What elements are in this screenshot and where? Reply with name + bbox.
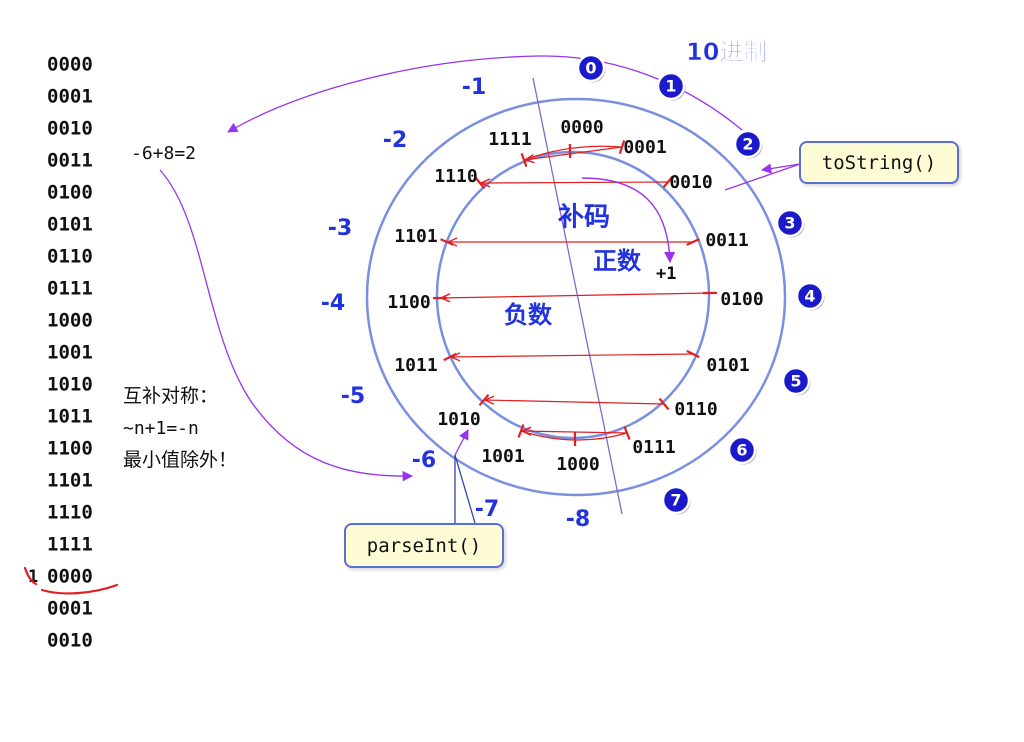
- ring-code-1001: 1001: [481, 446, 524, 467]
- binary-list-item: 0001: [47, 598, 93, 620]
- decimal-badge-label: 7: [670, 491, 681, 510]
- decimal-badge-label: 5: [790, 372, 801, 391]
- negative-decimal--1: -1: [462, 75, 486, 100]
- decimal-badge-4: 4: [797, 283, 825, 311]
- equation-text: -6+8=2: [131, 143, 196, 164]
- decimal-badge-label: 3: [784, 214, 795, 233]
- binary-list-item: 0000: [47, 54, 93, 76]
- negative-decimal--6: -6: [412, 448, 436, 473]
- diagram-canvas: 0000000100100011010001010110011110001001…: [0, 0, 1024, 738]
- negative-decimal--2: -2: [383, 128, 407, 153]
- negative-decimal--8: -8: [566, 507, 590, 532]
- complement-diagram: 0000000100100011010001010110011110001001…: [0, 0, 1024, 738]
- binary-list-item: 1000: [47, 310, 93, 332]
- negative-decimal--7: -7: [475, 497, 499, 522]
- decimal-badge-7: 7: [663, 487, 691, 515]
- decimal-badge-3: 3: [777, 210, 805, 238]
- ring-code-1111: 1111: [488, 129, 531, 150]
- negative-decimal--3: -3: [328, 216, 352, 241]
- decimal-badge-1: 1: [658, 73, 686, 101]
- parseint-label: parseInt(): [367, 535, 481, 557]
- binary-list-item: 1101: [47, 470, 93, 492]
- binary-list-item: 0010: [47, 630, 93, 652]
- binary-list-item: 1011: [47, 406, 93, 428]
- ring-code-0110: 0110: [674, 399, 717, 420]
- ring-code-0111: 0111: [632, 437, 675, 458]
- ring-code-0010: 0010: [669, 172, 712, 193]
- complement-chord: [440, 293, 710, 298]
- complement-chord: [524, 147, 622, 160]
- binary-list-item: 0100: [47, 182, 93, 204]
- parseint-callout: parseInt(): [344, 523, 504, 568]
- negative-decimal--5: -5: [341, 384, 365, 409]
- binary-list-item: 0010: [47, 118, 93, 140]
- complement-chord: [480, 182, 668, 183]
- ring-code-0101: 0101: [706, 355, 749, 376]
- symmetry-formula: ~n+1=-n: [123, 418, 199, 439]
- negative-decimal--4: -4: [321, 291, 345, 316]
- tostring-pointer: [725, 164, 800, 190]
- radix-header: 10进制: [686, 38, 767, 66]
- tostring-arrow: [762, 164, 800, 170]
- ring-code-0100: 0100: [720, 289, 763, 310]
- ring-code-1100: 1100: [387, 292, 430, 313]
- ring-code-0001: 0001: [623, 137, 666, 158]
- ring-code-0011: 0011: [705, 230, 748, 251]
- complement-label: 补码: [558, 203, 610, 233]
- decimal-badge-2: 2: [735, 131, 763, 159]
- ring-code-1010: 1010: [437, 409, 480, 430]
- ring-code-0000: 0000: [560, 117, 603, 138]
- ring-code-1110: 1110: [434, 166, 477, 187]
- plus-one-label: +1: [656, 264, 676, 284]
- positive-label: 正数: [593, 247, 642, 275]
- decimal-badge-5: 5: [783, 368, 811, 396]
- complement-chord: [484, 400, 664, 404]
- binary-list-item: 0011: [47, 150, 93, 172]
- binary-list-item: 0110: [47, 246, 93, 268]
- binary-list-item: 1001: [47, 342, 93, 364]
- ring-code-1000: 1000: [556, 454, 599, 475]
- decimal-badge-label: 2: [742, 135, 753, 154]
- ring-code-1101: 1101: [394, 226, 437, 247]
- binary-list-item: 0001: [47, 86, 93, 108]
- tostring-callout: toString(): [799, 141, 959, 184]
- tostring-label: toString(): [822, 152, 936, 174]
- decimal-badge-label: 1: [665, 77, 676, 96]
- decimal-badge-label: 4: [804, 287, 815, 306]
- binary-list-item: 1111: [47, 534, 93, 556]
- ring-code-1011: 1011: [394, 355, 437, 376]
- binary-list-item: 1010: [47, 374, 93, 396]
- symmetry-title: 互补对称：: [123, 385, 218, 407]
- binary-list-item: 0101: [47, 214, 93, 236]
- decimal-badge-label: 0: [585, 59, 596, 78]
- negative-label: 负数: [504, 301, 553, 329]
- decimal-badge-0: 0: [578, 55, 606, 83]
- symmetry-exception: 最小值除外！: [123, 449, 237, 471]
- complement-chord: [450, 354, 693, 357]
- decimal-badge-label: 6: [736, 441, 747, 460]
- binary-list-item: 0111: [47, 278, 93, 300]
- binary-list-item: 1110: [47, 502, 93, 524]
- binary-list-item: 0000: [47, 566, 93, 588]
- decimal-badge-6: 6: [729, 437, 757, 465]
- binary-list-item: 1100: [47, 438, 93, 460]
- parseint-arrow: [455, 430, 468, 455]
